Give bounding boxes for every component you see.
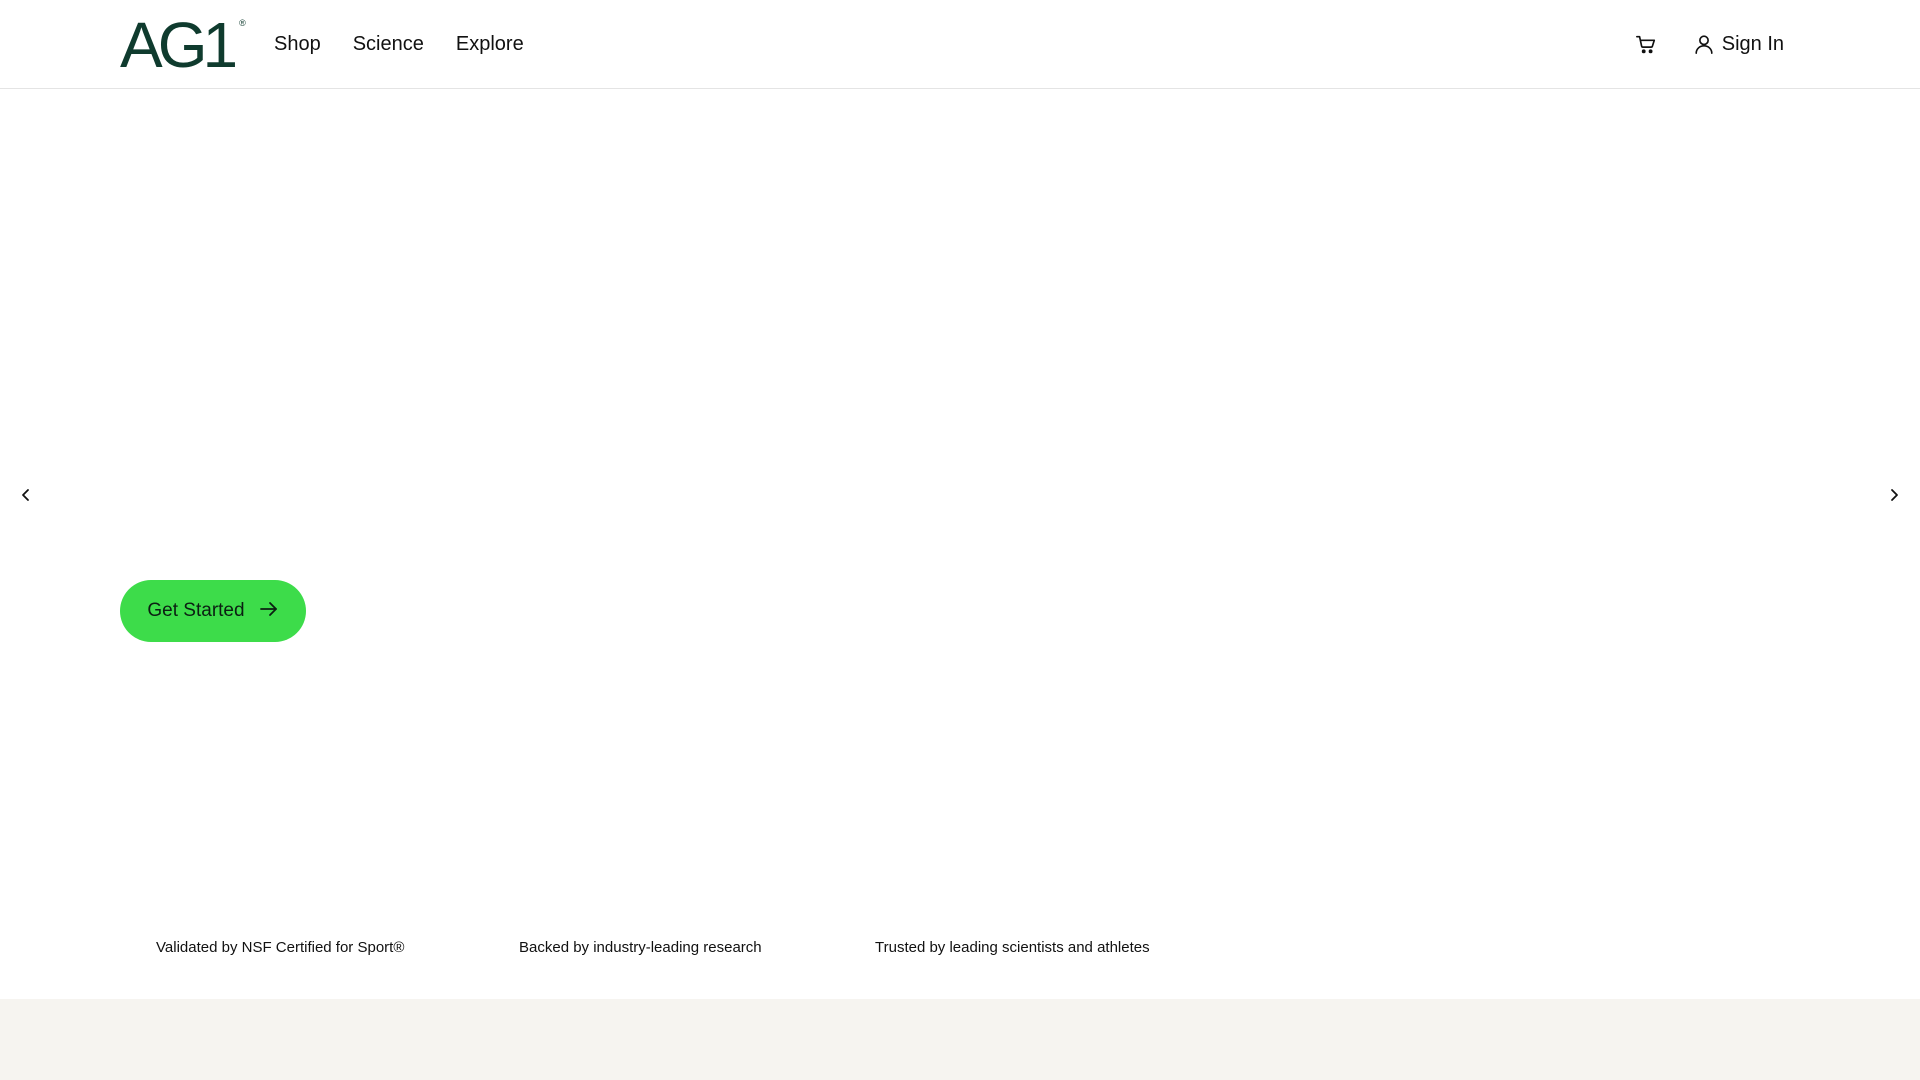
get-started-button[interactable]: Get Started bbox=[120, 580, 306, 642]
nav-science[interactable]: Science bbox=[353, 33, 424, 56]
header-actions: Sign In bbox=[1634, 0, 1784, 88]
arrow-right-icon bbox=[259, 601, 279, 622]
main-nav: Shop Science Explore bbox=[274, 0, 524, 88]
chevron-left-icon[interactable] bbox=[12, 481, 40, 509]
site-header: AG1 ® Shop Science Explore Sign In bbox=[0, 0, 1920, 89]
get-started-label: Get Started bbox=[147, 600, 245, 621]
nav-shop[interactable]: Shop bbox=[274, 33, 321, 56]
ag1-logo[interactable]: AG1 ® bbox=[120, 9, 246, 81]
logo-registered-mark: ® bbox=[239, 18, 246, 28]
user-icon bbox=[1692, 32, 1716, 56]
trust-item-nsf: Validated by NSF Certified for Sport® bbox=[156, 939, 405, 956]
nav-explore[interactable]: Explore bbox=[456, 33, 524, 56]
chevron-right-icon[interactable] bbox=[1880, 481, 1908, 509]
sign-in-button[interactable]: Sign In bbox=[1692, 32, 1784, 56]
cart-icon[interactable] bbox=[1634, 32, 1658, 56]
hero-carousel: Get Started Validated by NSF Certified f… bbox=[0, 89, 1920, 999]
trust-bar: Validated by NSF Certified for Sport® Ba… bbox=[0, 939, 1920, 963]
trust-item-research: Backed by industry-leading research bbox=[519, 939, 762, 956]
logo-text: AG1 bbox=[120, 9, 238, 81]
sign-in-label: Sign In bbox=[1721, 32, 1784, 55]
next-section-band bbox=[0, 999, 1920, 1080]
trust-item-athletes: Trusted by leading scientists and athlet… bbox=[875, 939, 1150, 956]
